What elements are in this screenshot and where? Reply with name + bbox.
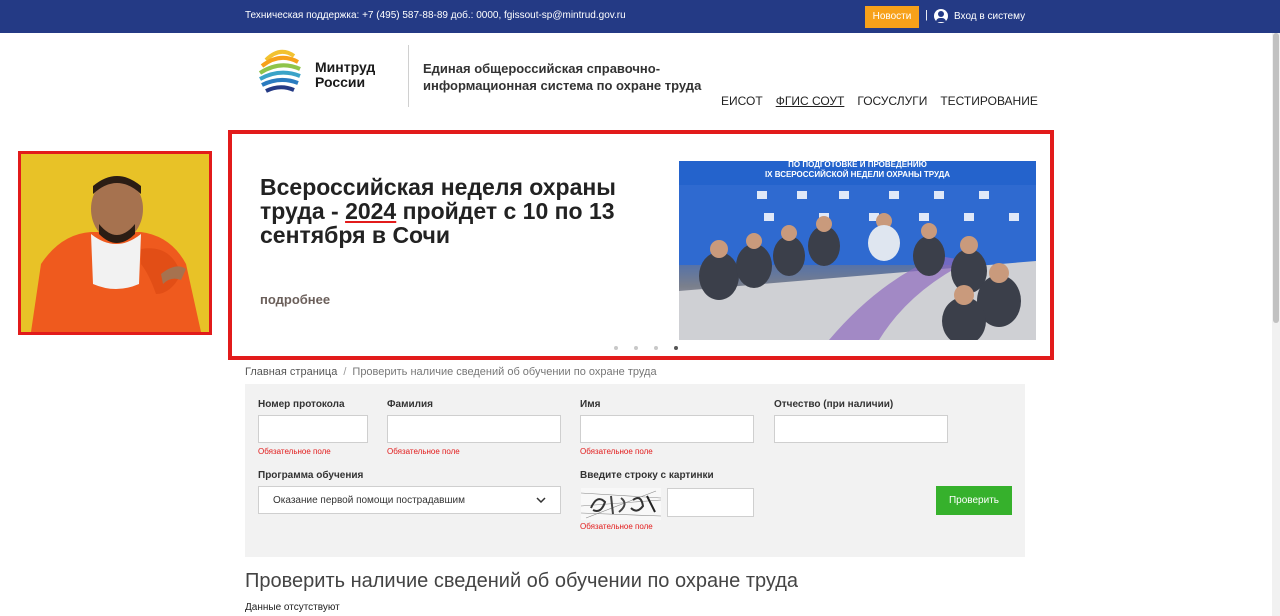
nav-eisot[interactable]: ЕИСОТ <box>721 94 763 108</box>
surname-input[interactable] <box>387 415 561 443</box>
patronymic-input[interactable] <box>774 415 948 443</box>
user-icon <box>934 9 948 23</box>
mintrud-logo-icon[interactable] <box>258 46 302 96</box>
header-divider <box>408 45 409 107</box>
banner-title: Всероссийская неделя охраны труда - 2024… <box>260 174 616 248</box>
program-select[interactable]: Оказание первой помощи пострадавшим <box>258 486 561 514</box>
captcha-required: Обязательное поле <box>580 522 653 531</box>
nav-testing[interactable]: ТЕСТИРОВАНИЕ <box>940 94 1038 108</box>
topbar-separator: | <box>925 9 928 21</box>
person-image <box>18 151 212 335</box>
system-title: Единая общероссийская справочно-информац… <box>423 61 702 93</box>
brand-name: Минтруд России <box>315 59 376 90</box>
results-title: Проверить наличие сведений об обучении п… <box>245 570 799 592</box>
person-illustration <box>21 154 209 332</box>
conference-illustration <box>679 185 1036 340</box>
program-value: Оказание первой помощи пострадавшим <box>273 494 465 506</box>
scrollbar-thumb[interactable] <box>1273 33 1279 323</box>
slider-dot[interactable] <box>654 346 658 350</box>
page-scrollbar[interactable] <box>1272 33 1280 616</box>
name-required: Обязательное поле <box>580 447 653 456</box>
news-banner: Всероссийская неделя охраны труда - 2024… <box>228 130 1054 360</box>
support-contacts: Техническая поддержка: +7 (495) 587-88-8… <box>245 10 626 21</box>
search-form: Номер протокола Обязательное поле Фамили… <box>245 384 1025 557</box>
login-label: Вход в систему <box>954 10 1026 22</box>
captcha-image <box>581 488 661 520</box>
login-link[interactable]: Вход в систему <box>934 9 1025 23</box>
top-bar: Техническая поддержка: +7 (495) 587-88-8… <box>0 0 1280 33</box>
name-label: Имя <box>580 399 601 410</box>
slider-dot-active[interactable] <box>674 346 678 350</box>
news-button[interactable]: Новости <box>865 6 919 28</box>
protocol-label: Номер протокола <box>258 399 345 410</box>
banner-more-link[interactable]: подробнее <box>260 292 330 307</box>
slider-dots <box>614 346 694 350</box>
captcha-input[interactable] <box>667 488 754 517</box>
name-input[interactable] <box>580 415 754 443</box>
program-label: Программа обучения <box>258 470 364 481</box>
slider-dot[interactable] <box>614 346 618 350</box>
check-button[interactable]: Проверить <box>936 486 1012 515</box>
patronymic-label: Отчество (при наличии) <box>774 399 894 410</box>
main-nav: ЕИСОТ ФГИС СОУТ ГОСУСЛУГИ ТЕСТИРОВАНИЕ <box>721 94 1051 108</box>
captcha-label: Введите строку с картинки <box>580 470 714 481</box>
protocol-input[interactable] <box>258 415 368 443</box>
chevron-down-icon <box>536 497 546 503</box>
banner-photo: ПО ПОДГОТОВКЕ И ПРОВЕДЕНИЮ IX ВСЕРОССИЙС… <box>679 161 1036 340</box>
breadcrumb-current: Проверить наличие сведений об обучении п… <box>352 366 657 378</box>
surname-label: Фамилия <box>387 399 433 410</box>
page: Техническая поддержка: +7 (495) 587-88-8… <box>0 0 1280 616</box>
protocol-required: Обязательное поле <box>258 447 331 456</box>
slider-dot[interactable] <box>634 346 638 350</box>
breadcrumb-home[interactable]: Главная страница <box>245 366 337 378</box>
nav-gosuslugi[interactable]: ГОСУСЛУГИ <box>857 94 927 108</box>
breadcrumb: Главная страница / Проверить наличие сведе… <box>245 366 657 378</box>
captcha-noise <box>581 490 661 519</box>
surname-required: Обязательное поле <box>387 447 460 456</box>
nav-fgis-sout[interactable]: ФГИС СОУТ <box>776 94 845 108</box>
results-empty: Данные отсутствуют <box>245 602 340 613</box>
